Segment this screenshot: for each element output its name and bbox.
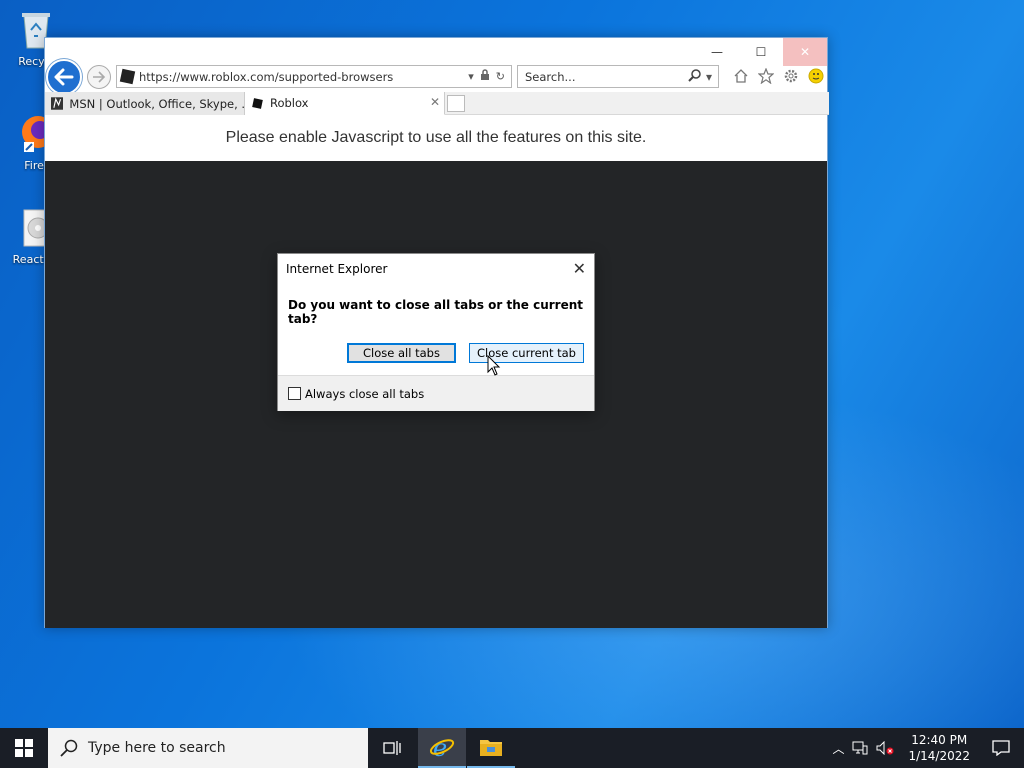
dialog-message: Do you want to close all tabs or the cur…: [288, 298, 583, 326]
task-view-icon: [383, 741, 401, 755]
close-all-tabs-button[interactable]: Close all tabs: [347, 343, 456, 363]
taskbar-search-box[interactable]: Type here to search: [48, 728, 368, 768]
search-icon[interactable]: [688, 68, 702, 85]
svg-text:e: e: [433, 734, 447, 760]
msn-favicon-icon: [51, 97, 64, 110]
dialog-title: Internet Explorer: [286, 262, 388, 276]
roblox-favicon-icon: [252, 97, 263, 109]
clock-time: 12:40 PM: [911, 733, 968, 747]
home-icon[interactable]: [731, 66, 751, 86]
search-icon: [60, 739, 78, 757]
taskbar-file-explorer[interactable]: [467, 728, 515, 768]
roblox-favicon-icon: [119, 68, 136, 85]
search-box[interactable]: Search... ▾: [517, 65, 719, 88]
lock-icon[interactable]: [480, 69, 490, 84]
start-button[interactable]: [0, 728, 48, 768]
favorites-star-icon[interactable]: [756, 66, 776, 86]
forward-arrow-icon: [93, 71, 106, 83]
chevron-up-icon[interactable]: ︿: [832, 740, 844, 757]
always-close-label[interactable]: Always close all tabs: [305, 387, 424, 401]
action-center-button[interactable]: [992, 740, 1010, 759]
gear-icon[interactable]: [781, 66, 801, 86]
search-dropdown-icon[interactable]: ▾: [706, 70, 712, 84]
smiley-feedback-icon[interactable]: [806, 66, 826, 86]
tab-msn[interactable]: MSN | Outlook, Office, Skype, ...: [45, 92, 245, 115]
new-tab-button[interactable]: [447, 95, 465, 112]
tab-label: MSN | Outlook, Office, Skype, ...: [69, 96, 244, 111]
navigation-bar: https://www.roblox.com/supported-browser…: [45, 59, 829, 95]
mouse-cursor-icon: [487, 355, 501, 376]
forward-button[interactable]: [87, 65, 111, 89]
javascript-notice: Please enable Javascript to use all the …: [45, 115, 827, 161]
address-text: https://www.roblox.com/supported-browser…: [139, 69, 394, 84]
dialog-close-icon[interactable]: ✕: [573, 259, 586, 278]
tab-close-icon[interactable]: ✕: [430, 95, 440, 109]
tab-strip: MSN | Outlook, Office, Skype, ... Roblox…: [45, 92, 829, 115]
windows-logo-icon: [15, 739, 33, 757]
task-view-button[interactable]: [370, 728, 414, 768]
folder-icon: [480, 740, 502, 756]
always-close-checkbox[interactable]: [288, 387, 301, 400]
network-icon[interactable]: [852, 741, 868, 755]
address-bar[interactable]: https://www.roblox.com/supported-browser…: [116, 65, 512, 88]
refresh-icon[interactable]: ↻: [496, 70, 505, 83]
back-arrow-icon: [54, 68, 74, 86]
taskbar-search-placeholder: Type here to search: [88, 740, 226, 756]
close-tabs-dialog: Internet Explorer ✕ Do you want to close…: [277, 253, 595, 411]
dialog-footer: Always close all tabs: [278, 375, 594, 411]
volume-muted-icon[interactable]: [876, 741, 894, 755]
taskbar: Type here to search e ︿ 12:40 PM 1/14/20…: [0, 728, 1024, 768]
taskbar-internet-explorer[interactable]: e: [418, 728, 466, 768]
tab-roblox[interactable]: Roblox ✕: [245, 92, 445, 115]
system-tray: ︿ 12:40 PM 1/14/2022: [832, 728, 976, 768]
search-input[interactable]: Search...: [525, 70, 688, 84]
dropdown-arrow-icon[interactable]: ▾: [468, 70, 474, 83]
notification-icon: [992, 740, 1010, 757]
internet-explorer-icon: e: [429, 734, 455, 760]
taskbar-clock[interactable]: 12:40 PM 1/14/2022: [902, 732, 976, 764]
tab-label: Roblox: [270, 96, 309, 110]
clock-date: 1/14/2022: [908, 749, 970, 763]
back-button[interactable]: [46, 59, 82, 95]
